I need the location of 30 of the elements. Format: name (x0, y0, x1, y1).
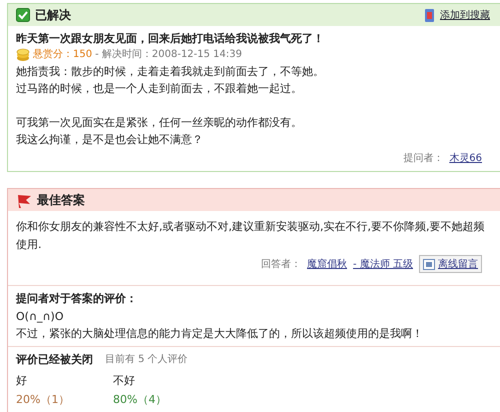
resolved-time: - 解决时间：2008-12-15 14:39 (95, 48, 242, 62)
rating-closed-label: 评价已经被关闭 (16, 352, 93, 368)
rating-option: 好 (16, 371, 113, 390)
reward-points: 悬赏分：150 (33, 48, 92, 62)
coin-icon (16, 48, 30, 62)
asker-label: 提问者： (403, 152, 444, 165)
flag-icon (16, 192, 32, 208)
rating-result: 80%（4） (113, 392, 168, 408)
rating-result: 20%（1） (16, 392, 70, 408)
rating-option: 不好 (113, 371, 210, 390)
answerer-link[interactable]: 魔窟倡秋 (307, 257, 348, 271)
question-text: 过马路的时候，也是一个人走到前面去，不跟着她一起过。 (16, 81, 303, 97)
answer-text: 你和你女朋友的兼容性不太好,或者驱动不对,建议重新安装驱动,实在不行,要不你降频,要不她超频使用. (16, 219, 486, 253)
question-text: 她指责我：散步的时候，走着走着我就走到前面去了，不等她。 (16, 64, 325, 80)
evaluation-text: O(∩_∩)O (16, 309, 65, 325)
message-icon (423, 258, 435, 270)
rank-link[interactable]: - 魔法师 五级 (353, 257, 413, 271)
evaluation-text: 不过，紧张的大脑处理信息的能力肯定是大大降低了的，所以该超频使用的是我啊！ (16, 326, 424, 342)
question-text: 我这么拘谨，是不是也会让她不满意？ (16, 132, 204, 148)
answerer-label: 回答者： (261, 258, 302, 271)
question-title: 昨天第一次跟女朋友见面，回来后她打电话给我说被我气死了！ (16, 31, 325, 47)
status-label: 已解决 (35, 6, 71, 24)
evaluation-heading: 提问者对于答案的评价： (16, 291, 138, 307)
bookmark-icon (424, 8, 435, 22)
message-button[interactable]: 离线留言 (419, 255, 482, 273)
question-text: 可我第一次见面实在是紧张，任何一丝亲昵的动作都没有。 (16, 115, 303, 131)
bookmark-link[interactable]: 添加到搜藏 (440, 8, 490, 22)
asker-link[interactable]: 木灵66 (449, 151, 482, 165)
rating-count: 目前有 5 个人评价 (105, 353, 188, 367)
best-answer-heading: 最佳答案 (37, 192, 85, 208)
